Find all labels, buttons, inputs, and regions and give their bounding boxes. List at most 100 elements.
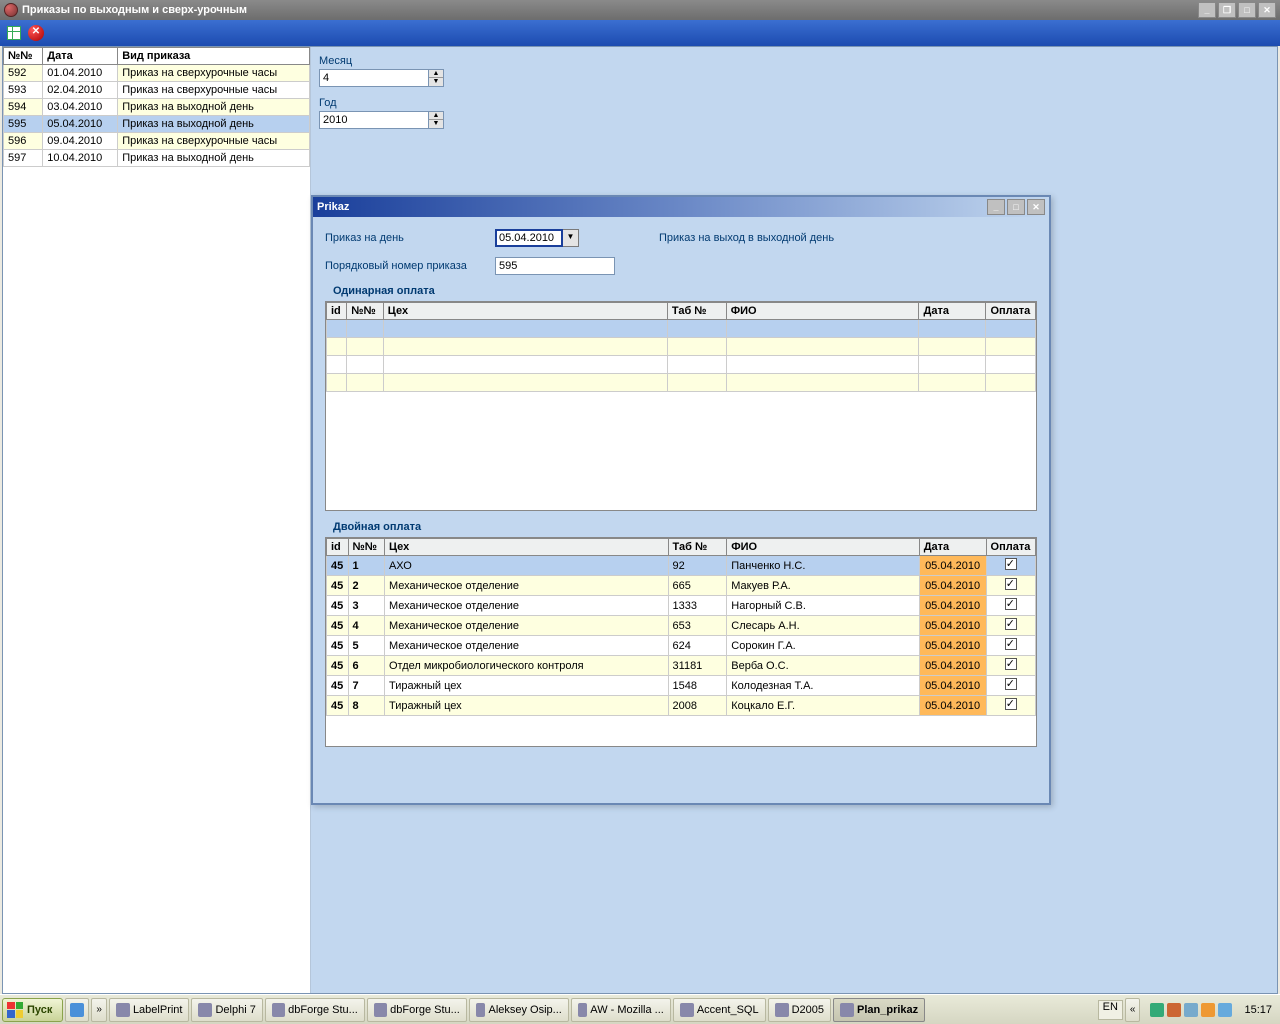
checkbox[interactable] <box>1005 658 1017 670</box>
taskbar-item[interactable]: Delphi 7 <box>191 998 262 1022</box>
orders-row[interactable]: 59403.04.2010Приказ на выходной день <box>4 99 310 116</box>
checkbox[interactable] <box>1005 638 1017 650</box>
taskbar-item[interactable]: AW - Mozilla ... <box>571 998 671 1022</box>
app-icon <box>476 1003 486 1017</box>
single-pay-grid[interactable]: id№№ЦехТаб №ФИОДатаОплата <box>325 301 1037 511</box>
prikaz-date-picker[interactable]: ▼ <box>495 229 579 247</box>
tray-icon[interactable] <box>1218 1003 1232 1017</box>
grid-column-header[interactable]: id <box>327 539 349 556</box>
app-icon <box>374 1003 387 1017</box>
table-row[interactable]: 451АХО92Панченко Н.С.05.04.2010 <box>327 556 1036 576</box>
table-row[interactable]: 458Тиражный цех2008Коцкало Е.Г.05.04.201… <box>327 696 1036 716</box>
taskbar-item[interactable]: Plan_prikaz <box>833 998 925 1022</box>
tray-expand[interactable]: « <box>1125 998 1141 1022</box>
month-label: Месяц <box>319 55 1269 67</box>
orders-row[interactable]: 59609.04.2010Приказ на сверхурочные часы <box>4 133 310 150</box>
orders-row[interactable]: 59302.04.2010Приказ на сверхурочные часы <box>4 82 310 99</box>
grid-column-header[interactable]: Таб № <box>667 303 726 320</box>
close-button[interactable]: ✕ <box>1258 2 1276 18</box>
grid-column-header[interactable]: id <box>327 303 347 320</box>
checkbox[interactable] <box>1005 698 1017 710</box>
orders-column-header[interactable]: Дата <box>43 48 118 65</box>
prikaz-minimize-button[interactable]: _ <box>987 199 1005 215</box>
minimize-button[interactable]: _ <box>1198 2 1216 18</box>
quick-launch-desktop[interactable] <box>65 998 89 1022</box>
prikaz-title-bar[interactable]: Prikaz _ □ ✕ <box>313 197 1049 217</box>
windows-icon <box>7 1002 23 1018</box>
orders-column-header[interactable]: Вид приказа <box>118 48 310 65</box>
grid-column-header[interactable]: ФИО <box>727 539 919 556</box>
table-row[interactable] <box>327 338 1036 356</box>
clock[interactable]: 15:17 <box>1238 1004 1278 1016</box>
taskbar-item[interactable]: Accent_SQL <box>673 998 766 1022</box>
grid-column-header[interactable]: Цех <box>383 303 667 320</box>
table-row[interactable]: 452Механическое отделение665Макуев Р.А.0… <box>327 576 1036 596</box>
grid-column-header[interactable]: №№ <box>348 539 384 556</box>
month-spinner[interactable]: ▲▼ <box>429 69 444 87</box>
app-icon <box>198 1003 212 1017</box>
taskbar-item[interactable]: dbForge Stu... <box>367 998 467 1022</box>
orders-row[interactable]: 59710.04.2010Приказ на выходной день <box>4 150 310 167</box>
orders-row[interactable]: 59505.04.2010Приказ на выходной день <box>4 116 310 133</box>
checkbox[interactable] <box>1005 578 1017 590</box>
prikaz-maximize-button[interactable]: □ <box>1007 199 1025 215</box>
orders-table[interactable]: №№ДатаВид приказа 59201.04.2010Приказ на… <box>3 47 310 167</box>
prikaz-num-input[interactable] <box>495 257 615 275</box>
close-toolbar-button[interactable]: ✕ <box>28 25 44 41</box>
prikaz-date-label: Приказ на день <box>325 232 485 244</box>
grid-column-header[interactable]: Дата <box>919 539 986 556</box>
checkbox[interactable] <box>1005 558 1017 570</box>
table-row[interactable]: 457Тиражный цех1548Колодезная Т.А.05.04.… <box>327 676 1036 696</box>
grid-column-header[interactable]: №№ <box>347 303 384 320</box>
table-row[interactable] <box>327 356 1036 374</box>
tray-icon[interactable] <box>1184 1003 1198 1017</box>
taskbar-item[interactable]: D2005 <box>768 998 831 1022</box>
grid-column-header[interactable]: Оплата <box>986 539 1035 556</box>
grid-column-header[interactable]: Дата <box>919 303 986 320</box>
maximize-button[interactable]: □ <box>1238 2 1256 18</box>
tray-icon[interactable] <box>1201 1003 1215 1017</box>
table-row[interactable] <box>327 374 1036 392</box>
restore-button[interactable]: ❐ <box>1218 2 1236 18</box>
tray-icon[interactable] <box>1167 1003 1181 1017</box>
grid-column-header[interactable]: Таб № <box>668 539 727 556</box>
grid-column-header[interactable]: Оплата <box>986 303 1036 320</box>
orders-row[interactable]: 59201.04.2010Приказ на сверхурочные часы <box>4 65 310 82</box>
checkbox[interactable] <box>1005 598 1017 610</box>
month-input[interactable] <box>319 69 429 87</box>
grid-toolbar-button[interactable] <box>6 25 22 41</box>
double-pay-grid[interactable]: id№№ЦехТаб №ФИОДатаОплата451АХО92Панченк… <box>325 537 1037 747</box>
checkbox[interactable] <box>1005 678 1017 690</box>
table-row[interactable]: 453Механическое отделение1333Нагорный С.… <box>327 596 1036 616</box>
taskbar-item[interactable]: LabelPrint <box>109 998 190 1022</box>
app-icon <box>272 1003 285 1017</box>
taskbar-item[interactable]: dbForge Stu... <box>265 998 365 1022</box>
app-icon <box>4 3 18 17</box>
prikaz-date-input[interactable] <box>495 229 563 247</box>
main-area: №№ДатаВид приказа 59201.04.2010Приказ на… <box>2 46 1278 994</box>
taskbar-item[interactable]: Aleksey Osip... <box>469 998 569 1022</box>
prikaz-title: Prikaz <box>317 201 349 213</box>
grid-column-header[interactable]: Цех <box>384 539 668 556</box>
prikaz-num-label: Порядковый номер приказа <box>325 260 485 272</box>
main-window-title: Приказы по выходным и сверх-урочным <box>22 4 247 16</box>
right-pane: Месяц ▲▼ Год ▲▼ Prikaz _ □ ✕ Прика <box>311 47 1277 993</box>
checkbox[interactable] <box>1005 618 1017 630</box>
prikaz-close-button[interactable]: ✕ <box>1027 199 1045 215</box>
tray-icon[interactable] <box>1150 1003 1164 1017</box>
table-row[interactable] <box>327 320 1036 338</box>
orders-list-pane: №№ДатаВид приказа 59201.04.2010Приказ на… <box>3 47 311 993</box>
orders-column-header[interactable]: №№ <box>4 48 43 65</box>
table-row[interactable]: 454Механическое отделение653Слесарь А.Н.… <box>327 616 1036 636</box>
start-button[interactable]: Пуск <box>2 998 63 1022</box>
grid-column-header[interactable]: ФИО <box>726 303 919 320</box>
quick-launch-more[interactable]: » <box>91 998 107 1022</box>
app-icon <box>680 1003 694 1017</box>
language-indicator[interactable]: EN <box>1098 1000 1123 1020</box>
year-spinner[interactable]: ▲▼ <box>429 111 444 129</box>
table-row[interactable]: 456Отдел микробиологического контроля311… <box>327 656 1036 676</box>
table-row[interactable]: 455Механическое отделение624Сорокин Г.А.… <box>327 636 1036 656</box>
app-icon <box>116 1003 130 1017</box>
chevron-down-icon[interactable]: ▼ <box>563 229 579 247</box>
year-input[interactable] <box>319 111 429 129</box>
